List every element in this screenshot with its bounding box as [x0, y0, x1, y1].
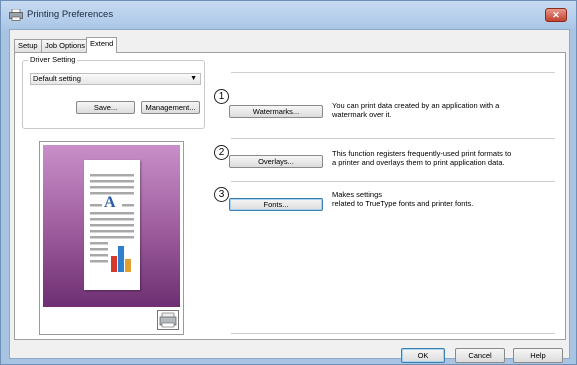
- separator: [231, 181, 555, 182]
- close-icon: ✕: [552, 10, 560, 20]
- preview-background: A: [43, 145, 180, 307]
- help-button[interactable]: Help: [513, 348, 563, 363]
- page-content-illustration: [90, 174, 134, 272]
- driver-setting-legend: Driver Setting: [28, 55, 78, 64]
- tab-job-options[interactable]: Job Options: [41, 39, 90, 52]
- chart-bar: [118, 246, 124, 272]
- step-number: 1: [214, 89, 229, 104]
- preview-letter: A: [104, 194, 116, 211]
- save-button[interactable]: Save...: [76, 101, 135, 114]
- management-button[interactable]: Management...: [141, 101, 200, 114]
- separator: [231, 138, 555, 139]
- dialog-body: Setup Job Options Extend Driver Setting …: [9, 29, 570, 363]
- tab-setup[interactable]: Setup: [14, 39, 42, 52]
- fonts-button[interactable]: Fonts...: [229, 198, 323, 211]
- cancel-button[interactable]: Cancel: [455, 348, 505, 363]
- printing-preferences-window: Printing Preferences ✕ Setup Job Options…: [0, 0, 577, 365]
- chart-bar: [125, 259, 131, 272]
- watermarks-button[interactable]: Watermarks...: [229, 105, 323, 118]
- tab-extend[interactable]: Extend: [86, 37, 118, 53]
- preview-page: A: [84, 160, 140, 290]
- window-title: Printing Preferences: [27, 9, 114, 20]
- close-button[interactable]: ✕: [545, 8, 567, 22]
- driver-setting-value: Default setting: [33, 74, 81, 83]
- print-preview: A: [39, 141, 184, 335]
- printer-device-icon: [157, 310, 179, 330]
- printer-icon: [9, 9, 23, 21]
- chevron-down-icon: ▼: [190, 75, 197, 82]
- step-number: 3: [214, 187, 229, 202]
- ok-button[interactable]: OK: [401, 348, 445, 363]
- overlays-description: This function registers frequently-used …: [332, 149, 512, 167]
- driver-setting-select[interactable]: Default setting ▼: [30, 73, 201, 85]
- extend-tab-panel: Driver Setting Default setting ▼ Save...…: [14, 52, 566, 340]
- separator: [231, 72, 555, 73]
- step-number: 2: [214, 145, 229, 160]
- fonts-description: Makes settings related to TrueType fonts…: [332, 190, 474, 208]
- separator: [231, 333, 555, 334]
- overlays-button[interactable]: Overlays...: [229, 155, 323, 168]
- chart-bar: [111, 256, 117, 272]
- driver-setting-group: Driver Setting Default setting ▼ Save...…: [22, 55, 205, 129]
- watermarks-description: You can print data created by an applica…: [332, 101, 500, 119]
- title-bar[interactable]: Printing Preferences ✕: [1, 1, 576, 29]
